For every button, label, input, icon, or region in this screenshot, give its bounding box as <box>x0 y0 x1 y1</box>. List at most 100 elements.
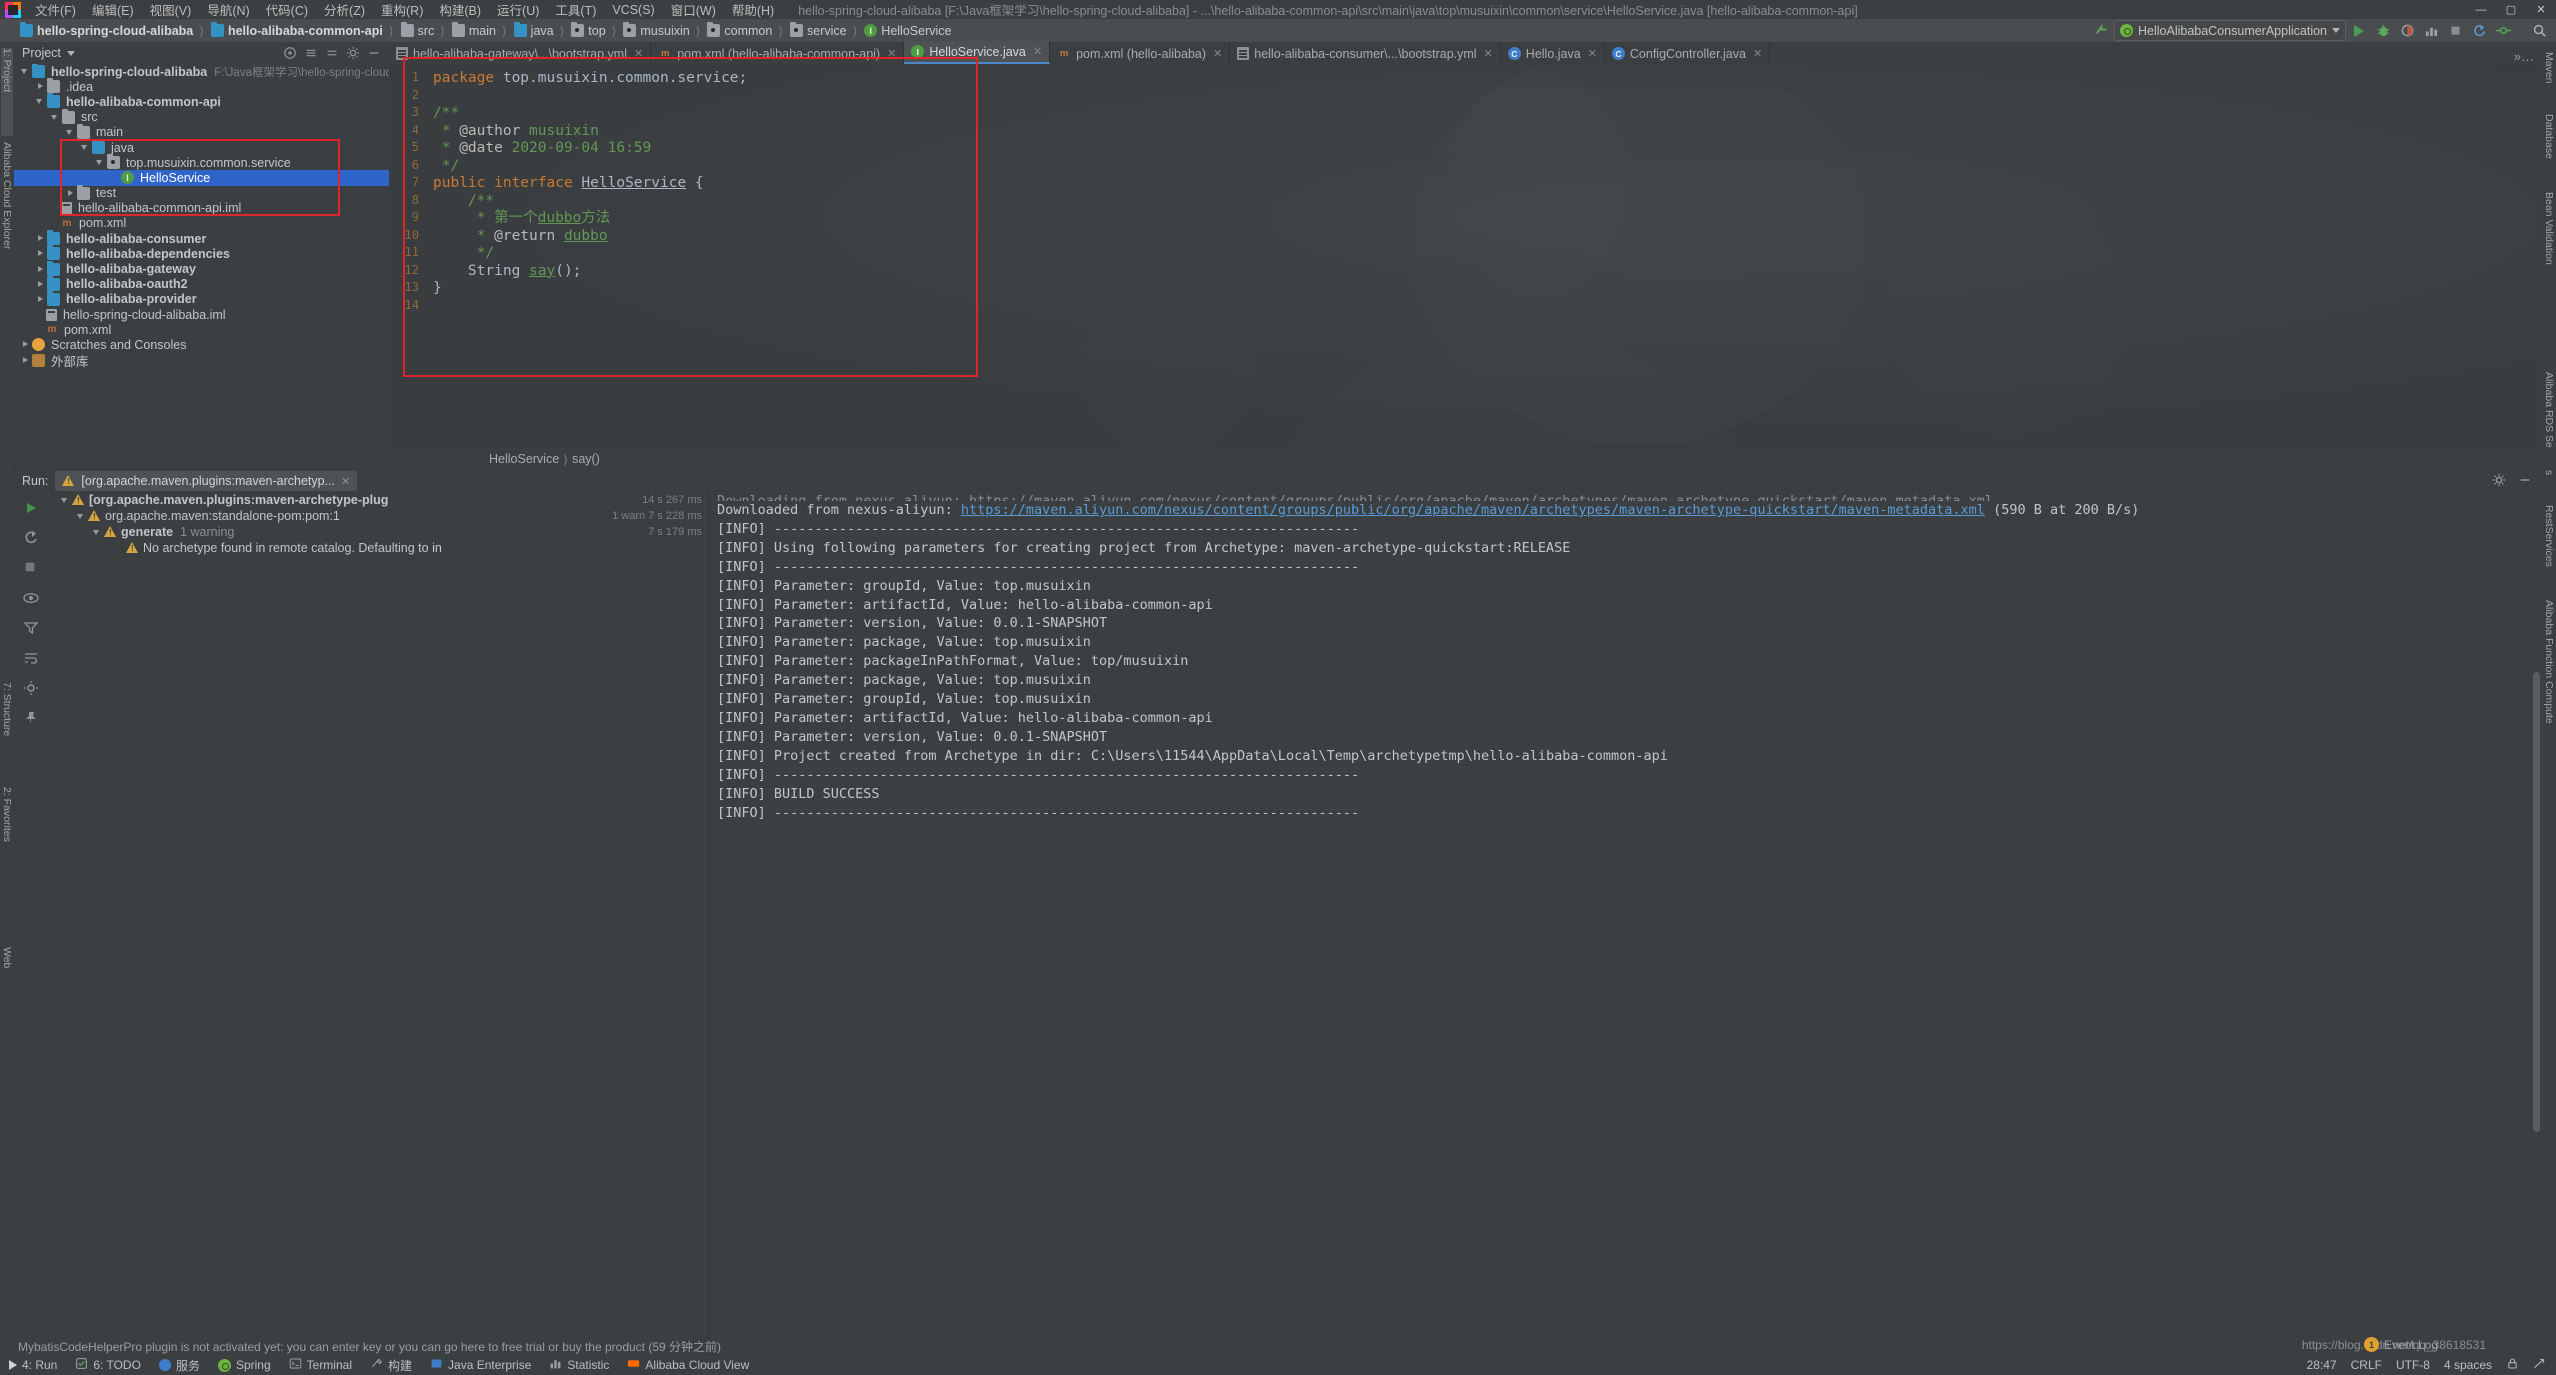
maven-tree-row[interactable]: No archetype found in remote catalog. De… <box>48 540 708 556</box>
event-log-label[interactable]: Event Log <box>2384 1338 2438 1352</box>
notification-badge[interactable]: 1 <box>2363 1337 2379 1352</box>
tree-row-external-libraries[interactable]: 外部库 <box>14 353 389 369</box>
pin-icon[interactable] <box>23 710 39 726</box>
close-tab-icon[interactable]: ✕ <box>887 47 896 60</box>
tree-row-java[interactable]: java <box>14 139 389 155</box>
chevron-down-icon[interactable] <box>66 50 75 56</box>
chevron-right-icon[interactable] <box>20 355 31 366</box>
breadcrumb-service[interactable]: service <box>786 22 850 38</box>
chevron-right-icon[interactable] <box>35 294 46 305</box>
status-run[interactable]: 4: Run <box>0 1358 66 1372</box>
select-opened-file-icon[interactable] <box>283 46 297 60</box>
tool-window-maven[interactable]: Maven <box>2543 52 2555 106</box>
chevron-down-icon[interactable] <box>95 157 106 168</box>
code-editor[interactable]: 1 2 3 4 5 6 7 8 9 10 11 12 13 14 package… <box>389 64 2542 448</box>
tree-row-hello-spring-cloud-alibaba[interactable]: hello-spring-cloud-alibaba F:\Java框架学习\h… <box>14 64 389 79</box>
menu-help[interactable]: 帮助(H) <box>724 0 782 20</box>
tree-row-pom-common-api[interactable]: m pom.xml <box>14 216 389 231</box>
tree-row-test[interactable]: test <box>14 184 389 201</box>
tree-row-src[interactable]: src <box>14 108 389 125</box>
tab-overflow-icon[interactable]: »… <box>2514 49 2534 64</box>
close-tab-icon[interactable]: ✕ <box>1588 47 1597 60</box>
tree-row-hello-alibaba-consumer[interactable]: hello-alibaba-consumer <box>14 230 389 246</box>
rerun-icon[interactable] <box>23 500 39 516</box>
menu-tools[interactable]: 工具(T) <box>547 0 604 20</box>
close-tab-icon[interactable]: ✕ <box>1484 47 1493 60</box>
debug-button[interactable] <box>2372 20 2394 41</box>
breadcrumb-src[interactable]: src <box>397 22 438 38</box>
menu-run[interactable]: 运行(U) <box>489 0 547 20</box>
menu-edit[interactable]: 编辑(E) <box>84 0 142 20</box>
maven-task-tree[interactable]: [org.apache.maven.plugins:maven-archetyp… <box>48 492 709 1355</box>
editor-tab-pom-hello-alibaba[interactable]: m pom.xml (hello-alibaba) ✕ <box>1050 43 1231 64</box>
chevron-right-icon[interactable] <box>65 188 76 199</box>
chevron-down-icon[interactable] <box>65 127 76 138</box>
hide-run-panel-icon[interactable] <box>2518 473 2532 490</box>
tree-row-hello-alibaba-gateway[interactable]: hello-alibaba-gateway <box>14 260 389 276</box>
menu-file[interactable]: 文件(F) <box>27 0 84 20</box>
tool-window-web[interactable]: Web <box>1 947 13 989</box>
settings-icon[interactable] <box>23 680 39 696</box>
status-build[interactable]: 构建 <box>361 1357 421 1374</box>
build-project-button[interactable] <box>2090 20 2112 41</box>
editor-tab-consumer-bootstrap[interactable]: hello-alibaba-consumer\...\bootstrap.yml… <box>1230 43 1501 64</box>
run-button[interactable] <box>2348 20 2370 41</box>
caret-position[interactable]: 28:47 <box>2307 1358 2337 1372</box>
status-services[interactable]: 服务 <box>150 1357 209 1374</box>
collapse-all-icon[interactable] <box>325 46 339 60</box>
close-tab-icon[interactable]: ✕ <box>634 47 643 60</box>
tool-window-database[interactable]: Database <box>2543 114 2555 184</box>
close-tab-icon[interactable]: ✕ <box>1033 45 1042 58</box>
status-java-enterprise[interactable]: Java Enterprise <box>421 1357 540 1373</box>
run-settings-gear-icon[interactable] <box>2492 473 2506 490</box>
settings-gear-icon[interactable] <box>346 46 360 60</box>
menu-refactor[interactable]: 重构(R) <box>373 0 431 20</box>
breadcrumb-module[interactable]: hello-alibaba-common-api <box>207 22 386 38</box>
code-content[interactable]: package top.musuixin.common.service; /**… <box>433 70 747 298</box>
breadcrumb-method[interactable]: say() <box>572 452 600 466</box>
line-separator[interactable]: CRLF <box>2351 1358 2382 1372</box>
file-encoding[interactable]: UTF-8 <box>2396 1358 2430 1372</box>
editor-tab-hello-java[interactable]: C Hello.java ✕ <box>1501 43 1605 64</box>
status-terminal[interactable]: Terminal <box>280 1357 361 1373</box>
console-scrollbar[interactable] <box>2533 672 2540 1132</box>
status-todo[interactable]: 6: TODO <box>66 1357 150 1373</box>
event-log-area[interactable]: 1 Event Log <box>2363 1337 2438 1352</box>
chevron-down-icon[interactable] <box>50 112 61 123</box>
wrap-text-icon[interactable] <box>23 650 39 666</box>
editor-gutter[interactable]: 1 2 3 4 5 6 7 8 9 10 11 12 13 14 <box>389 64 423 448</box>
tree-row-common-api-iml[interactable]: hello-alibaba-common-api.iml <box>14 201 389 216</box>
menu-vcs[interactable]: VCS(S) <box>604 2 662 18</box>
breadcrumb-top[interactable]: top <box>567 22 608 38</box>
maximize-button[interactable]: ▢ <box>2496 0 2526 19</box>
tree-row-hello-alibaba-dependencies[interactable]: hello-alibaba-dependencies <box>14 245 389 261</box>
chevron-right-icon[interactable] <box>35 248 46 259</box>
tool-window-structure[interactable]: 7: Structure <box>1 682 13 782</box>
tool-window-bean-validation[interactable]: Bean Validation <box>2543 192 2555 297</box>
tree-row-package[interactable]: top.musuixin.common.service <box>14 154 389 170</box>
editor-tab-pom-common-api[interactable]: m pom.xml (hello-alibaba-common-api) ✕ <box>651 43 905 64</box>
menu-window[interactable]: 窗口(W) <box>663 0 724 20</box>
maven-tree-row[interactable]: [org.apache.maven.plugins:maven-archetyp… <box>48 492 708 508</box>
chevron-right-icon[interactable] <box>35 279 46 290</box>
expand-all-icon[interactable] <box>304 46 318 60</box>
hide-panel-icon[interactable] <box>367 46 381 60</box>
breadcrumb-musuixin[interactable]: musuixin <box>619 22 692 38</box>
maven-tree-row[interactable]: generate 1 warning 7 s 179 ms <box>48 524 708 540</box>
breadcrumb-helloservice[interactable]: I HelloService <box>860 24 954 38</box>
breadcrumb-java[interactable]: java <box>510 22 557 38</box>
breadcrumb-project[interactable]: hello-spring-cloud-alibaba <box>16 22 196 38</box>
menu-code[interactable]: 代码(C) <box>258 0 316 20</box>
tree-row-hello-alibaba-provider[interactable]: hello-alibaba-provider <box>14 290 389 307</box>
chevron-down-icon[interactable] <box>80 142 91 153</box>
chevron-right-icon[interactable] <box>35 233 46 244</box>
search-everywhere-button[interactable] <box>2528 20 2550 41</box>
git-branch-icon[interactable] <box>2533 1357 2546 1373</box>
chevron-down-icon[interactable] <box>60 495 71 506</box>
stop-icon[interactable] <box>23 560 39 576</box>
chevron-down-icon[interactable] <box>35 96 46 107</box>
close-tab-icon[interactable]: ✕ <box>1753 47 1762 60</box>
chevron-right-icon[interactable] <box>35 264 46 275</box>
update-project-button[interactable] <box>2468 20 2490 41</box>
tree-row-main[interactable]: main <box>14 123 389 140</box>
